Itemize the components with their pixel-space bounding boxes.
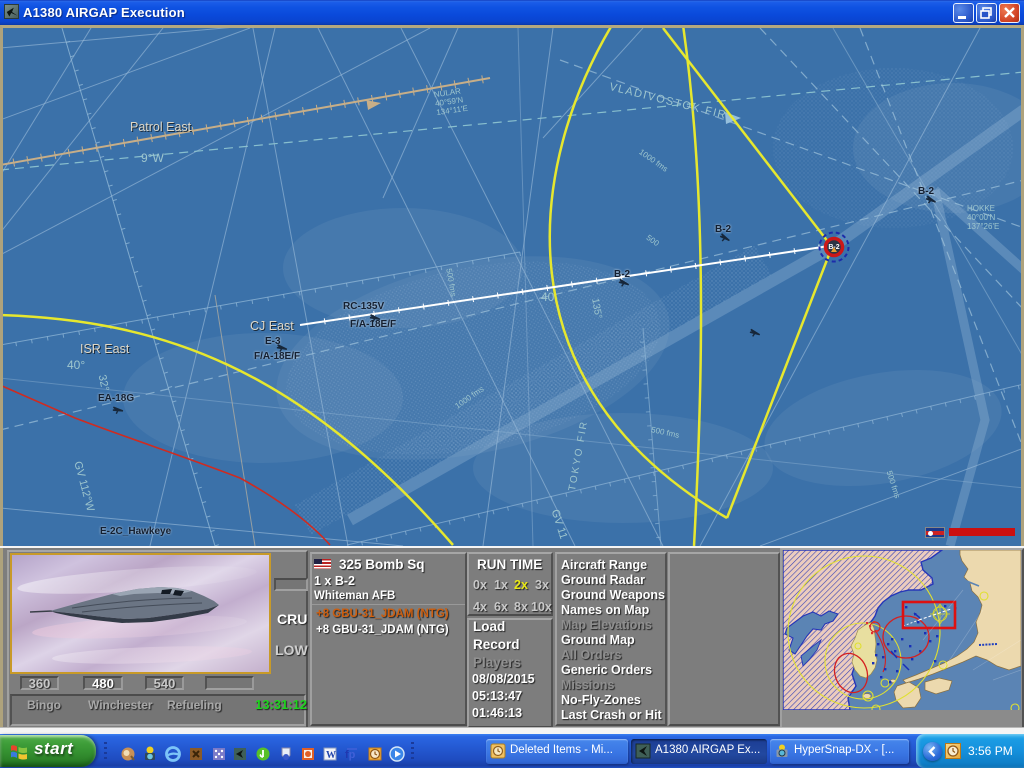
svg-text:fp: fp bbox=[345, 749, 356, 761]
svg-text:W: W bbox=[326, 750, 336, 761]
